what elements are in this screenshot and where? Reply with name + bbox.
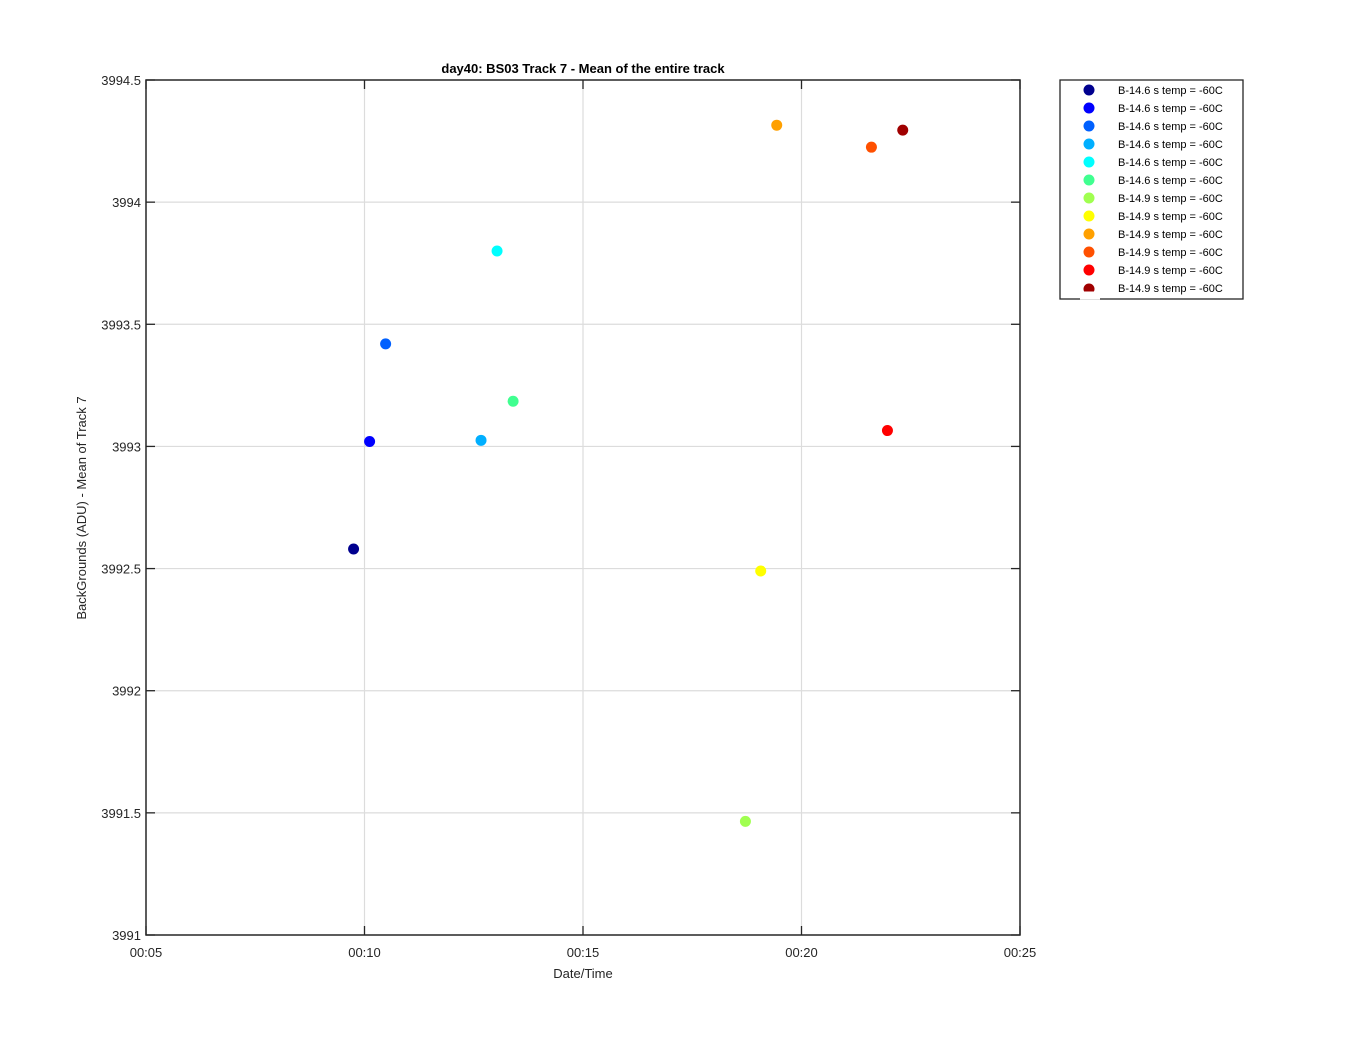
legend-label-7: B-14.9 s temp = -60C bbox=[1118, 193, 1223, 205]
chart-title: day40: BS03 Track 7 - Mean of the entire… bbox=[441, 61, 725, 76]
legend-label-2: B-14.6 s temp = -60C bbox=[1118, 103, 1223, 115]
y-tick-label: 3992.5 bbox=[101, 562, 141, 577]
legend: B-14.6 s temp = -60C B-14.6 s temp = -60C… bbox=[1059, 79, 1244, 300]
legend-label-6: B-14.6 s temp = -60C bbox=[1118, 175, 1223, 187]
data-point-1 bbox=[348, 543, 360, 555]
legend-marker-9 bbox=[1083, 228, 1095, 240]
y-tick-label: 3991 bbox=[112, 928, 141, 943]
legend-marker-6 bbox=[1083, 174, 1095, 186]
legend-marker-8 bbox=[1083, 210, 1095, 222]
y-tick-label: 3992 bbox=[112, 684, 141, 699]
legend-label-9: B-14.9 s temp = -60C bbox=[1118, 229, 1223, 241]
legend-marker-4 bbox=[1083, 138, 1095, 150]
x-tick-label: 00:15 bbox=[567, 945, 600, 960]
x-axis-label: Date/Time bbox=[553, 966, 612, 981]
y-tick-label: 3994.5 bbox=[101, 73, 141, 88]
y-tick-label: 3994 bbox=[112, 195, 141, 210]
legend-marker-11 bbox=[1083, 264, 1095, 276]
data-point-9 bbox=[771, 119, 783, 131]
legend-marker-1 bbox=[1083, 84, 1095, 96]
legend-marker-2 bbox=[1083, 102, 1095, 114]
x-tick-label: 00:25 bbox=[1004, 945, 1037, 960]
x-tick-label: 00:10 bbox=[348, 945, 381, 960]
data-point-2 bbox=[364, 436, 376, 448]
y-tick-label: 3993.5 bbox=[101, 317, 141, 332]
x-tick-label: 00:05 bbox=[130, 945, 163, 960]
legend-marker-10 bbox=[1083, 246, 1095, 258]
legend-marker-5 bbox=[1083, 156, 1095, 168]
data-point-8 bbox=[755, 565, 767, 577]
legend-label-8: B-14.9 s temp = -60C bbox=[1118, 211, 1223, 223]
legend-label-12: B-14.9 s temp = -60C bbox=[1118, 283, 1223, 295]
legend-label-5: B-14.6 s temp = -60C bbox=[1118, 157, 1223, 169]
y-tick-label: 3991.5 bbox=[101, 806, 141, 821]
legend-label-11: B-14.9 s temp = -60C bbox=[1118, 265, 1223, 277]
y-axis-label: BackGrounds (ADU) - Mean of Track 7 bbox=[74, 396, 89, 619]
data-point-12 bbox=[897, 124, 909, 136]
data-point-3 bbox=[380, 338, 392, 350]
x-tick-label: 00:20 bbox=[785, 945, 818, 960]
data-point-7 bbox=[739, 815, 751, 827]
legend-marker-3 bbox=[1083, 120, 1095, 132]
y-tick-label: 3993 bbox=[112, 439, 141, 454]
data-point-6 bbox=[507, 395, 519, 407]
scatter-chart: 00:05 00:10 00:15 00:20 00:25 3991 3991.5 3992… bbox=[0, 0, 1350, 1050]
legend-label-10: B-14.9 s temp = -60C bbox=[1118, 247, 1223, 259]
legend-label-4: B-14.6 s temp = -60C bbox=[1118, 139, 1223, 151]
data-point-10 bbox=[865, 141, 877, 153]
legend-clip bbox=[1080, 291, 1100, 300]
data-point-5 bbox=[491, 245, 503, 257]
legend-label-1: B-14.6 s temp = -60C bbox=[1118, 85, 1223, 97]
legend-marker-7 bbox=[1083, 192, 1095, 204]
data-point-11 bbox=[881, 425, 893, 437]
data-point-4 bbox=[475, 434, 487, 446]
legend-label-3: B-14.6 s temp = -60C bbox=[1118, 121, 1223, 133]
